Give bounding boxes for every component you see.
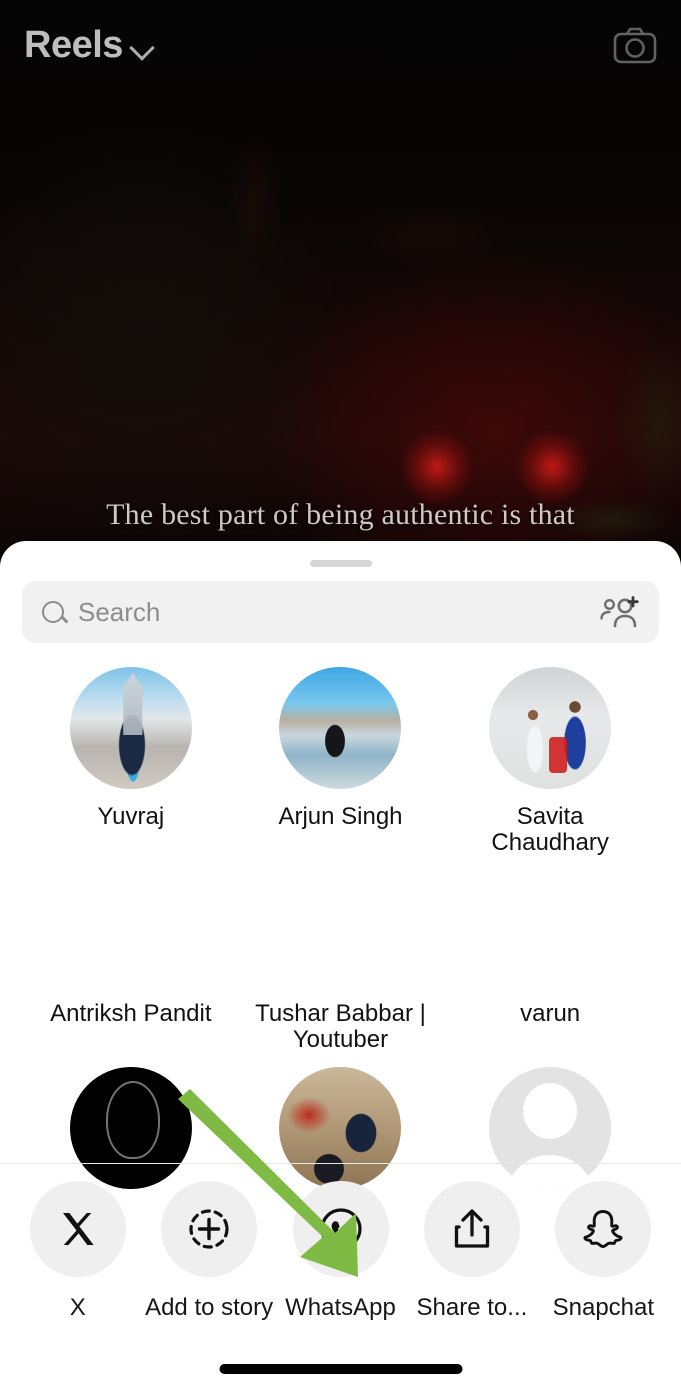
share-circle[interactable]	[423, 1181, 520, 1277]
avatar[interactable]	[489, 667, 612, 789]
share-target-share-to[interactable]: Share to...	[406, 1181, 537, 1322]
contact-item[interactable]: Arjun Singh	[247, 667, 433, 830]
contact-item[interactable]	[38, 1066, 224, 1189]
avatar[interactable]	[279, 667, 402, 789]
share-targets-row: X Add to story WhatsApp Share to... Snap…	[0, 1181, 681, 1322]
chevron-down-icon[interactable]	[129, 35, 155, 61]
share-label: X	[69, 1294, 86, 1321]
contact-name: Yuvraj	[97, 803, 165, 830]
phone-screen: Reels The best part of being authentic i…	[0, 0, 681, 1400]
snapchat-ghost-icon	[583, 1210, 623, 1248]
contact-name: Arjun Singh	[278, 803, 403, 830]
contact-name: Tushar Babbar | Youtuber	[255, 999, 426, 1053]
search-row	[0, 567, 681, 643]
home-indicator	[219, 1364, 462, 1374]
avatar[interactable]	[69, 1066, 192, 1189]
share-circle[interactable]	[292, 1181, 389, 1277]
contact-item[interactable]	[247, 1066, 433, 1189]
share-label: WhatsApp	[285, 1294, 396, 1321]
share-target-whatsapp[interactable]: WhatsApp	[275, 1181, 406, 1322]
search-icon	[42, 601, 64, 623]
search-input[interactable]	[78, 596, 585, 628]
contacts-row-3	[0, 1066, 681, 1189]
contacts-row-2: Antriksh Pandit Tushar Babbar | Youtuber…	[0, 863, 681, 1053]
avatar[interactable]	[69, 667, 192, 789]
whatsapp-icon	[319, 1208, 362, 1250]
share-label: Add to story	[145, 1294, 274, 1321]
share-target-snapchat[interactable]: Snapchat	[538, 1181, 669, 1322]
share-label: Snapchat	[552, 1294, 655, 1321]
add-people-icon[interactable]	[599, 595, 641, 629]
share-sheet: Yuvraj Arjun Singh Savita Chaudhary Antr…	[0, 541, 681, 1400]
share-target-add-to-story[interactable]: Add to story	[143, 1181, 274, 1322]
avatar[interactable]	[69, 863, 192, 986]
share-circle[interactable]	[161, 1181, 258, 1277]
contact-item[interactable]: Yuvraj	[38, 667, 224, 830]
contact-item[interactable]: varun	[457, 863, 643, 1027]
x-logo-icon	[62, 1213, 94, 1245]
share-circle[interactable]	[29, 1181, 126, 1277]
contact-item[interactable]: Savita Chaudhary	[457, 667, 643, 856]
camera-icon[interactable]	[613, 26, 657, 64]
contact-item[interactable]	[457, 1066, 643, 1189]
avatar[interactable]	[279, 863, 402, 986]
avatar[interactable]	[489, 863, 612, 986]
share-label: Share to...	[416, 1294, 528, 1321]
share-target-x[interactable]: X	[12, 1181, 143, 1322]
add-to-story-icon	[189, 1209, 229, 1249]
page-title: Reels	[24, 24, 123, 66]
contact-item[interactable]: Antriksh Pandit	[38, 863, 224, 1027]
avatar[interactable]	[279, 1066, 402, 1189]
avatar[interactable]	[489, 1066, 612, 1189]
reel-caption[interactable]: The best part of being authentic is that	[0, 498, 681, 532]
contact-item[interactable]: Tushar Babbar | Youtuber	[247, 863, 433, 1053]
reels-title-dropdown[interactable]: Reels	[24, 24, 155, 66]
contacts-row-1: Yuvraj Arjun Singh Savita Chaudhary	[0, 667, 681, 856]
sheet-grab-handle[interactable]	[309, 560, 372, 567]
share-circle[interactable]	[555, 1181, 652, 1277]
sheet-divider	[0, 1163, 681, 1164]
reels-top-bar: Reels	[0, 0, 681, 90]
contact-name: Antriksh Pandit	[50, 999, 212, 1027]
contact-name: Savita Chaudhary	[491, 803, 609, 856]
share-out-icon	[454, 1209, 490, 1248]
search-bar[interactable]	[22, 581, 659, 643]
contact-name: varun	[520, 999, 581, 1027]
contacts-grid[interactable]: Yuvraj Arjun Singh Savita Chaudhary Antr…	[0, 643, 681, 1248]
